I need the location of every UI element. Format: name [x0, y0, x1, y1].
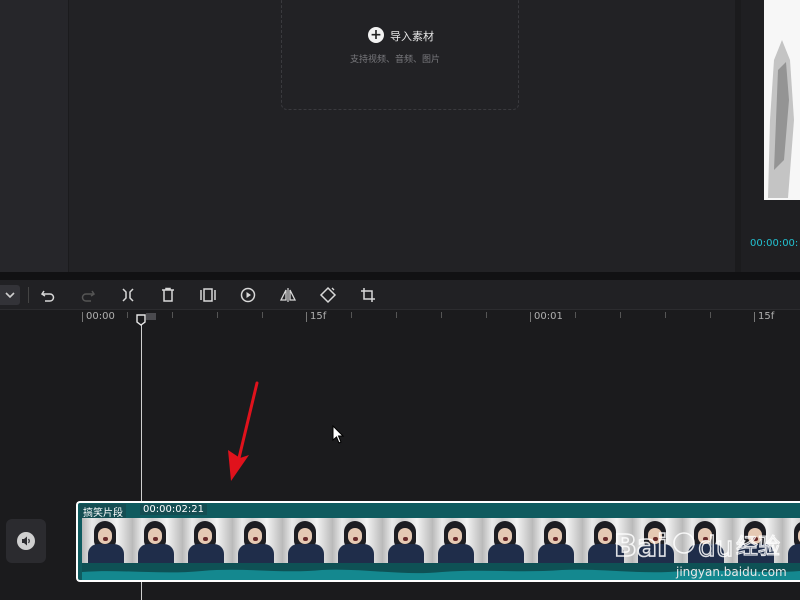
ruler-tick: [82, 312, 83, 322]
preview-timecode: 00:00:00:: [750, 238, 799, 249]
toolbar-separator: [28, 287, 29, 303]
playhead-handle[interactable]: [136, 311, 146, 326]
clip-thumbnail: [382, 518, 432, 563]
ruler-label: 15f: [310, 311, 327, 322]
clip-thumbnail: [232, 518, 282, 563]
clip-thumbnail: [332, 518, 382, 563]
track-audio-toggle[interactable]: [6, 519, 46, 563]
ruler-label: 00:01: [534, 311, 563, 322]
ruler-tick: [486, 312, 487, 318]
clip-thumbnail: [432, 518, 482, 563]
ruler-tick: [710, 312, 711, 318]
clip-thumbnail: [82, 518, 132, 563]
import-hint-text: 支持视频、音频、图片: [350, 55, 441, 65]
speaker-icon: [17, 532, 35, 550]
import-media-button[interactable]: 导入素材: [390, 28, 434, 44]
timeline-ruler[interactable]: [0, 310, 800, 326]
ruler-tick: [530, 312, 531, 322]
ruler-label: 00:00: [86, 311, 115, 322]
svg-text:Bai: Bai: [614, 529, 667, 564]
clip-thumbnail: [482, 518, 532, 563]
svg-text:经验: 经验: [736, 535, 780, 560]
ruler-tick: [396, 312, 397, 318]
rotate-icon[interactable]: [318, 285, 338, 305]
ruler-tick: [262, 312, 263, 318]
ruler-tick: [306, 312, 307, 322]
ruler-tick: [754, 312, 755, 322]
ruler-tick: [575, 312, 576, 318]
delete-icon[interactable]: [158, 285, 178, 305]
red-arrow-annotation: [220, 380, 270, 485]
redo-icon[interactable]: [78, 285, 98, 305]
undo-icon[interactable]: [38, 285, 58, 305]
ruler-label: 15f: [758, 311, 775, 322]
ruler-tick: [351, 312, 352, 318]
clip-thumbnail: [182, 518, 232, 563]
clip-name: 搞笑片段: [80, 504, 126, 519]
played-range-marker: [146, 313, 156, 320]
clip-thumbnail: [282, 518, 332, 563]
ruler-tick: [127, 312, 128, 318]
ruler-tick: [665, 312, 666, 318]
ruler-tick: [217, 312, 218, 318]
ruler-tick: [172, 312, 173, 318]
ruler-tick: [620, 312, 621, 318]
crop-icon[interactable]: [358, 285, 378, 305]
clip-thumbnail: [532, 518, 582, 563]
freeze-frame-icon[interactable]: [198, 285, 218, 305]
baidu-jingyan-watermark: Bai du 经验: [612, 516, 800, 600]
mirror-icon[interactable]: [278, 285, 298, 305]
side-panel: [0, 0, 68, 272]
svg-text:du: du: [698, 530, 734, 563]
clip-thumbnail: [132, 518, 182, 563]
panel-divider[interactable]: [0, 272, 800, 280]
chevron-down-icon[interactable]: [0, 285, 20, 305]
ruler-tick: [441, 312, 442, 318]
watermark-url: jingyan.baidu.com: [676, 565, 787, 579]
mouse-cursor-icon: [331, 424, 345, 445]
preview-image: [764, 0, 800, 200]
play-circle-icon[interactable]: [238, 285, 258, 305]
clip-duration: 00:00:02:21: [140, 504, 208, 515]
plus-icon[interactable]: +: [368, 27, 384, 43]
split-icon[interactable]: [118, 285, 138, 305]
